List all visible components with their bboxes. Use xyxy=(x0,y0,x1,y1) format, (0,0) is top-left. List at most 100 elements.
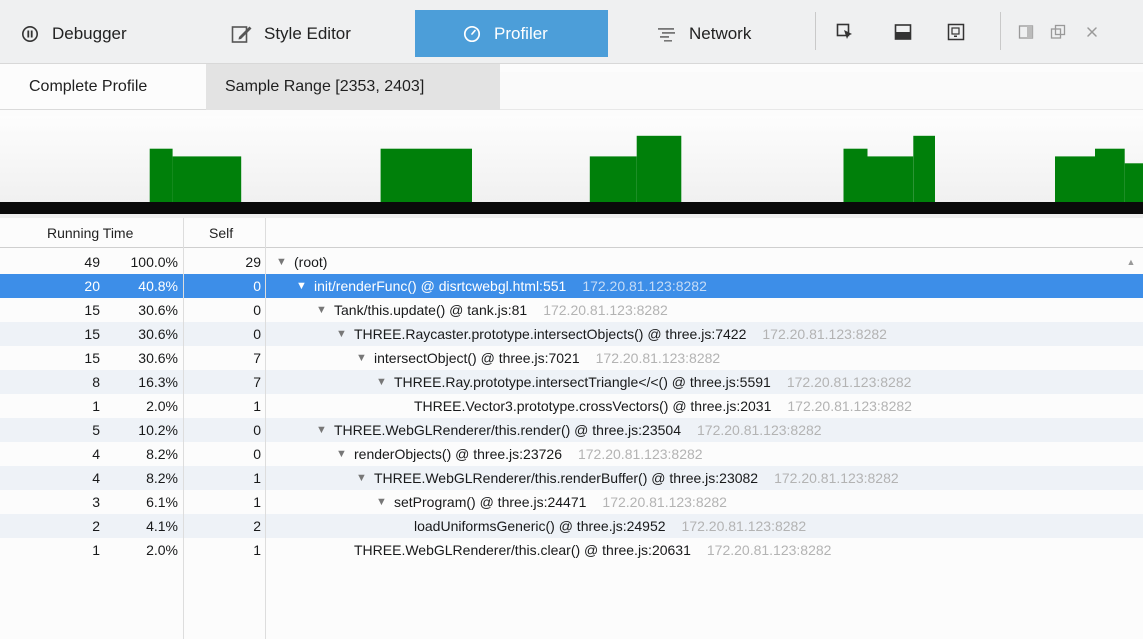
expand-arrow-icon[interactable]: ▼ xyxy=(356,352,374,364)
scroll-up-arrow-icon[interactable]: ▲ xyxy=(1123,254,1139,270)
tab-debugger[interactable]: Debugger xyxy=(18,10,208,57)
tree-row[interactable]: 1 2.0% 1 THREE.WebGLRenderer/this.clear() @… xyxy=(0,538,1143,562)
sample-bar xyxy=(380,148,472,202)
cell-function: THREE.WebGLRenderer/this.clear() @ three… xyxy=(336,542,831,558)
sample-graph-bars xyxy=(149,135,1143,202)
cell-samples: 1 xyxy=(92,542,100,558)
network-lines-icon xyxy=(655,22,679,46)
function-host: 172.20.81.123:8282 xyxy=(786,374,912,390)
cell-samples: 15 xyxy=(84,350,100,366)
cell-self: 0 xyxy=(253,422,261,438)
cell-percent: 16.3% xyxy=(138,374,178,390)
cell-percent: 6.1% xyxy=(146,494,178,510)
tree-row[interactable]: 5 10.2% 0 ▼ THREE.WebGLRenderer/this.render(… xyxy=(0,418,1143,442)
function-name: THREE.Vector3.prototype.crossVectors() @… xyxy=(414,398,772,414)
split-console-icon[interactable] xyxy=(893,22,913,42)
tab-style-editor-label: Style Editor xyxy=(264,23,351,43)
tab-sample-range[interactable]: Sample Range [2353, 2403] xyxy=(206,64,500,110)
cell-self: 2 xyxy=(253,518,261,534)
tab-complete-profile[interactable]: Complete Profile xyxy=(0,64,206,110)
tree-row[interactable]: 49 100.0% 29 ▼ (root) xyxy=(0,250,1143,274)
tree-row[interactable]: 15 30.6% 0 ▼ THREE.Raycaster.prototype.inter… xyxy=(0,322,1143,346)
expand-arrow-icon[interactable]: ▼ xyxy=(296,280,314,292)
function-name: renderObjects() @ three.js:23726 xyxy=(354,446,562,462)
function-host: 172.20.81.123:8282 xyxy=(787,398,912,414)
cell-self: 7 xyxy=(253,374,261,390)
tree-row[interactable]: 20 40.8% 0 ▼ init/renderFunc() @ disrtcwebgl… xyxy=(0,274,1143,298)
tab-network[interactable]: Network xyxy=(655,10,805,57)
pause-circle-icon xyxy=(18,22,42,46)
sample-graph-baseline xyxy=(0,202,1143,214)
function-host: 172.20.81.123:8282 xyxy=(577,446,703,462)
cell-self: 7 xyxy=(253,350,261,366)
function-name: THREE.Ray.prototype.intersectTriangle</<… xyxy=(394,374,771,390)
expand-arrow-icon[interactable]: ▼ xyxy=(376,376,394,388)
cell-function: THREE.Vector3.prototype.crossVectors() @… xyxy=(396,398,912,414)
function-host: 172.20.81.123:8282 xyxy=(543,302,668,318)
undock-window-icon[interactable] xyxy=(1048,22,1068,42)
cell-function: ▼ THREE.Raycaster.prototype.intersectObje… xyxy=(336,326,887,342)
tab-style-editor[interactable]: Style Editor xyxy=(230,10,414,57)
cell-self: 1 xyxy=(253,470,261,486)
responsive-mode-icon[interactable] xyxy=(946,22,966,42)
function-name: THREE.Raycaster.prototype.intersectObjec… xyxy=(354,326,747,342)
cell-samples: 49 xyxy=(84,254,100,270)
function-name: THREE.WebGLRenderer/this.clear() @ three… xyxy=(354,542,691,558)
expand-arrow-icon[interactable]: ▼ xyxy=(316,304,334,316)
tree-row[interactable]: 4 8.2% 0 ▼ renderObjects() @ three.js:23726 1… xyxy=(0,442,1143,466)
cell-function: ▼ init/renderFunc() @ disrtcwebgl.html:55… xyxy=(296,278,707,294)
function-host: 172.20.81.123:8282 xyxy=(602,494,727,510)
tree-row[interactable]: 15 30.6% 0 ▼ Tank/this.update() @ tank.js:81… xyxy=(0,298,1143,322)
function-name: intersectObject() @ three.js:7021 xyxy=(374,350,580,366)
tree-row[interactable]: 3 6.1% 1 ▼ setProgram() @ three.js:24471 172.… xyxy=(0,490,1143,514)
column-running-time-label: Running Time xyxy=(47,225,134,241)
dock-side-icon[interactable] xyxy=(1016,22,1036,42)
sample-bar xyxy=(1124,163,1143,202)
expand-arrow-icon[interactable]: ▼ xyxy=(276,256,294,268)
cell-function: ▼ THREE.Ray.prototype.intersectTriangle</… xyxy=(376,374,911,390)
expand-arrow-icon[interactable]: ▼ xyxy=(356,472,374,484)
pick-element-icon[interactable] xyxy=(835,22,855,42)
expand-arrow-icon[interactable]: ▼ xyxy=(336,448,354,460)
subtab-strip-filler xyxy=(500,72,1143,110)
cell-function: ▼ setProgram() @ three.js:24471 172.20.81.… xyxy=(376,494,727,510)
close-icon[interactable] xyxy=(1082,22,1102,42)
cell-percent: 30.6% xyxy=(138,302,178,318)
function-host: 172.20.81.123:8282 xyxy=(762,326,887,342)
cell-samples: 20 xyxy=(84,278,100,294)
tab-complete-profile-label: Complete Profile xyxy=(29,78,148,95)
tree-row[interactable]: 1 2.0% 1 THREE.Vector3.prototype.crossVecto… xyxy=(0,394,1143,418)
sample-bar xyxy=(843,148,868,202)
tab-profiler[interactable]: Profiler xyxy=(415,10,608,57)
expand-arrow-icon[interactable]: ▼ xyxy=(316,424,334,436)
sample-bar xyxy=(913,135,935,202)
function-host: 172.20.81.123:8282 xyxy=(706,542,832,558)
cell-self: 0 xyxy=(253,278,261,294)
cell-percent: 8.2% xyxy=(146,446,178,462)
stopwatch-icon xyxy=(460,22,484,46)
tree-row[interactable]: 4 8.2% 1 ▼ THREE.WebGLRenderer/this.renderBu… xyxy=(0,466,1143,490)
expand-arrow-icon[interactable]: ▼ xyxy=(336,328,354,340)
cell-function: ▼ THREE.WebGLRenderer/this.render() @ thr… xyxy=(316,422,822,438)
tree-row[interactable]: 8 16.3% 7 ▼ THREE.Ray.prototype.intersectTri… xyxy=(0,370,1143,394)
cell-function: loadUniformsGeneric() @ three.js:24952 17… xyxy=(396,518,806,534)
pencil-box-icon xyxy=(230,22,254,46)
cell-self: 1 xyxy=(253,398,261,414)
function-name: THREE.WebGLRenderer/this.renderBuffer() … xyxy=(374,470,759,486)
cell-function: ▼ (root) xyxy=(276,254,327,270)
function-name: setProgram() @ three.js:24471 xyxy=(394,494,587,510)
function-host: 172.20.81.123:8282 xyxy=(582,278,707,294)
cell-samples: 4 xyxy=(92,446,100,462)
cell-percent: 100.0% xyxy=(130,254,178,270)
tree-row[interactable]: 2 4.1% 2 loadUniformsGeneric() @ three.js:2… xyxy=(0,514,1143,538)
cell-function: ▼ intersectObject() @ three.js:7021 172.20… xyxy=(356,350,720,366)
function-host: 172.20.81.123:8282 xyxy=(595,350,721,366)
column-self[interactable]: Self xyxy=(209,218,233,248)
cell-function: ▼ renderObjects() @ three.js:23726 172.20.… xyxy=(336,446,703,462)
expand-arrow-icon[interactable]: ▼ xyxy=(376,496,394,508)
column-running-time[interactable]: Running Time xyxy=(47,218,133,248)
cell-self: 1 xyxy=(253,494,261,510)
cell-percent: 2.0% xyxy=(146,542,178,558)
function-host: 172.20.81.123:8282 xyxy=(697,422,822,438)
tree-row[interactable]: 15 30.6% 7 ▼ intersectObject() @ three.js:70… xyxy=(0,346,1143,370)
